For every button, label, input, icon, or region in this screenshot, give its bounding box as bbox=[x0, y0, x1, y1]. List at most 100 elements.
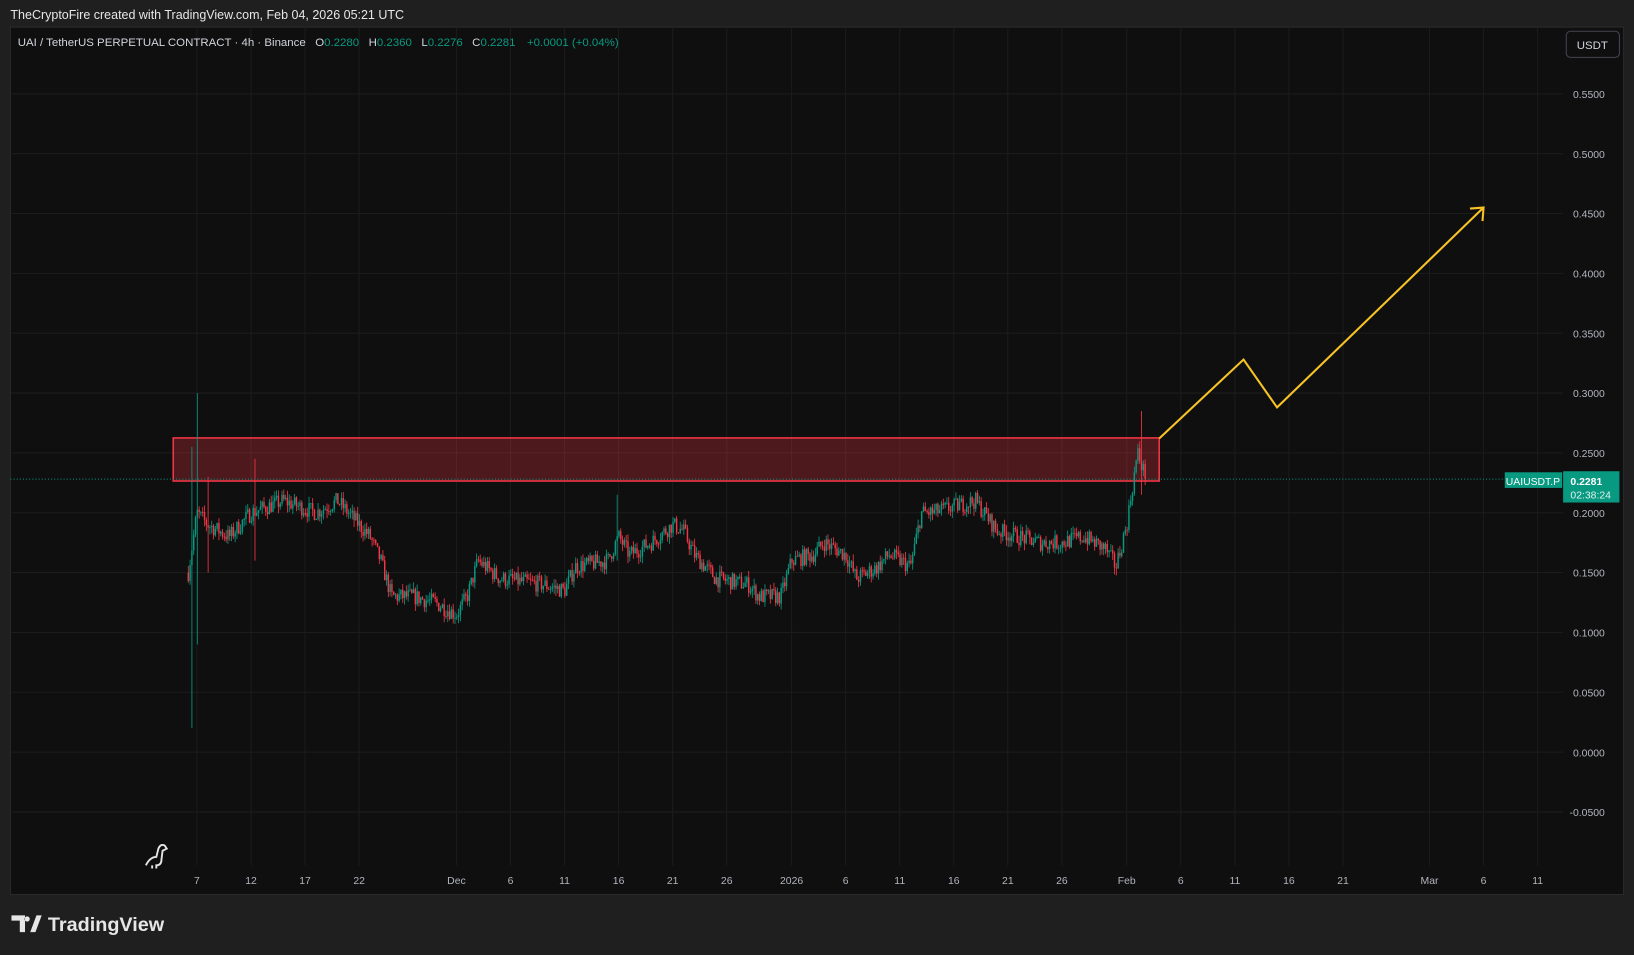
candle-body bbox=[735, 579, 737, 587]
candle-body bbox=[344, 504, 346, 509]
candle-body bbox=[933, 509, 936, 514]
candle-body bbox=[811, 556, 813, 562]
candle-body bbox=[558, 586, 561, 597]
x-tick-label: 21 bbox=[1337, 876, 1349, 887]
candle-body bbox=[892, 557, 894, 559]
candle-body bbox=[542, 585, 545, 590]
candle-body bbox=[292, 504, 294, 509]
candle-body bbox=[791, 558, 793, 563]
candle-body bbox=[281, 494, 283, 504]
candle-body bbox=[982, 515, 984, 517]
candle-body bbox=[324, 509, 326, 511]
candle-body bbox=[573, 573, 575, 582]
candle-body bbox=[937, 503, 939, 514]
candle-body bbox=[1032, 542, 1035, 545]
candle-body bbox=[481, 561, 483, 566]
candle-body bbox=[993, 520, 995, 532]
candle-body bbox=[742, 587, 745, 589]
candle-body bbox=[477, 559, 480, 561]
candle-body bbox=[209, 527, 211, 528]
candle-body bbox=[856, 569, 858, 580]
candle-body bbox=[526, 574, 528, 579]
candle-body bbox=[913, 543, 916, 555]
candle-body bbox=[261, 501, 263, 507]
candle-body bbox=[618, 531, 620, 537]
candle-body bbox=[681, 528, 683, 530]
candle-body bbox=[796, 556, 799, 557]
candle-body bbox=[677, 532, 680, 534]
candle-body bbox=[798, 554, 800, 557]
candle-body bbox=[234, 533, 236, 537]
candle-body bbox=[402, 589, 404, 599]
candle-body bbox=[603, 562, 606, 570]
candle-body bbox=[686, 528, 689, 542]
candle-body bbox=[236, 521, 238, 534]
candle-body bbox=[412, 589, 415, 593]
x-tick-label: 11 bbox=[1532, 876, 1543, 887]
candle-body bbox=[809, 553, 811, 562]
candle-body bbox=[766, 589, 768, 591]
candle-body bbox=[229, 529, 231, 537]
candle-body bbox=[764, 589, 766, 603]
candle-body bbox=[830, 543, 833, 549]
chart-page: TheCryptoFire created with TradingView.c… bbox=[9, 8, 1625, 936]
candle-body bbox=[784, 582, 786, 587]
candle-body bbox=[991, 514, 993, 532]
candle-body bbox=[636, 548, 638, 554]
candle-body bbox=[189, 564, 191, 581]
candle-body bbox=[711, 567, 714, 578]
candle-body bbox=[369, 528, 372, 539]
candle-body bbox=[634, 548, 636, 554]
candle-body bbox=[794, 556, 797, 565]
candle-body bbox=[430, 593, 433, 600]
candle-body bbox=[528, 578, 530, 580]
candle-body bbox=[985, 507, 988, 514]
candle-body bbox=[989, 514, 991, 522]
candle-body bbox=[326, 509, 328, 512]
candle-body bbox=[820, 541, 822, 546]
candle-body bbox=[191, 550, 193, 565]
candle-body bbox=[861, 570, 863, 572]
candle-body bbox=[890, 555, 892, 558]
candle-body bbox=[702, 562, 705, 571]
candle-body bbox=[1056, 535, 1058, 549]
candle-body bbox=[504, 573, 507, 586]
candle-body bbox=[268, 502, 271, 515]
candle-body bbox=[672, 521, 674, 533]
candle-body bbox=[740, 576, 743, 589]
candle-body bbox=[953, 498, 955, 506]
candle-body bbox=[214, 528, 217, 536]
candle-body bbox=[895, 549, 898, 553]
candle-body bbox=[1023, 535, 1026, 544]
high-value: 0.2360 bbox=[377, 37, 412, 49]
candle-body bbox=[731, 573, 734, 590]
candle-body bbox=[829, 544, 831, 549]
candle-body bbox=[1009, 537, 1011, 541]
candle-body bbox=[385, 574, 388, 581]
candle-body bbox=[598, 561, 600, 563]
currency-button[interactable]: USDT bbox=[1565, 30, 1620, 58]
x-tick-label: Mar bbox=[1421, 876, 1439, 887]
candle-body bbox=[1012, 527, 1015, 537]
candle-body bbox=[924, 506, 927, 512]
candle-body bbox=[969, 497, 972, 508]
candle-body bbox=[888, 555, 890, 557]
candle-body bbox=[284, 497, 287, 499]
candle-body bbox=[585, 558, 588, 563]
candle-body bbox=[591, 555, 593, 561]
x-tick-label: 26 bbox=[1056, 876, 1068, 887]
candle-body bbox=[987, 513, 990, 522]
candle-body bbox=[578, 572, 581, 574]
candle-body bbox=[221, 531, 224, 537]
resistance-zone[interactable] bbox=[172, 437, 1160, 482]
candle-body bbox=[201, 511, 204, 513]
candle-body bbox=[1124, 529, 1127, 534]
candle-body bbox=[802, 549, 804, 567]
candle-body bbox=[1021, 531, 1024, 536]
candle-body bbox=[429, 599, 431, 601]
candle-body bbox=[704, 566, 707, 571]
candle-body bbox=[612, 554, 615, 559]
x-tick-label: 2026 bbox=[780, 876, 803, 887]
tradingview-logo[interactable]: TradingView bbox=[11, 914, 165, 936]
high-label: H bbox=[369, 37, 377, 49]
